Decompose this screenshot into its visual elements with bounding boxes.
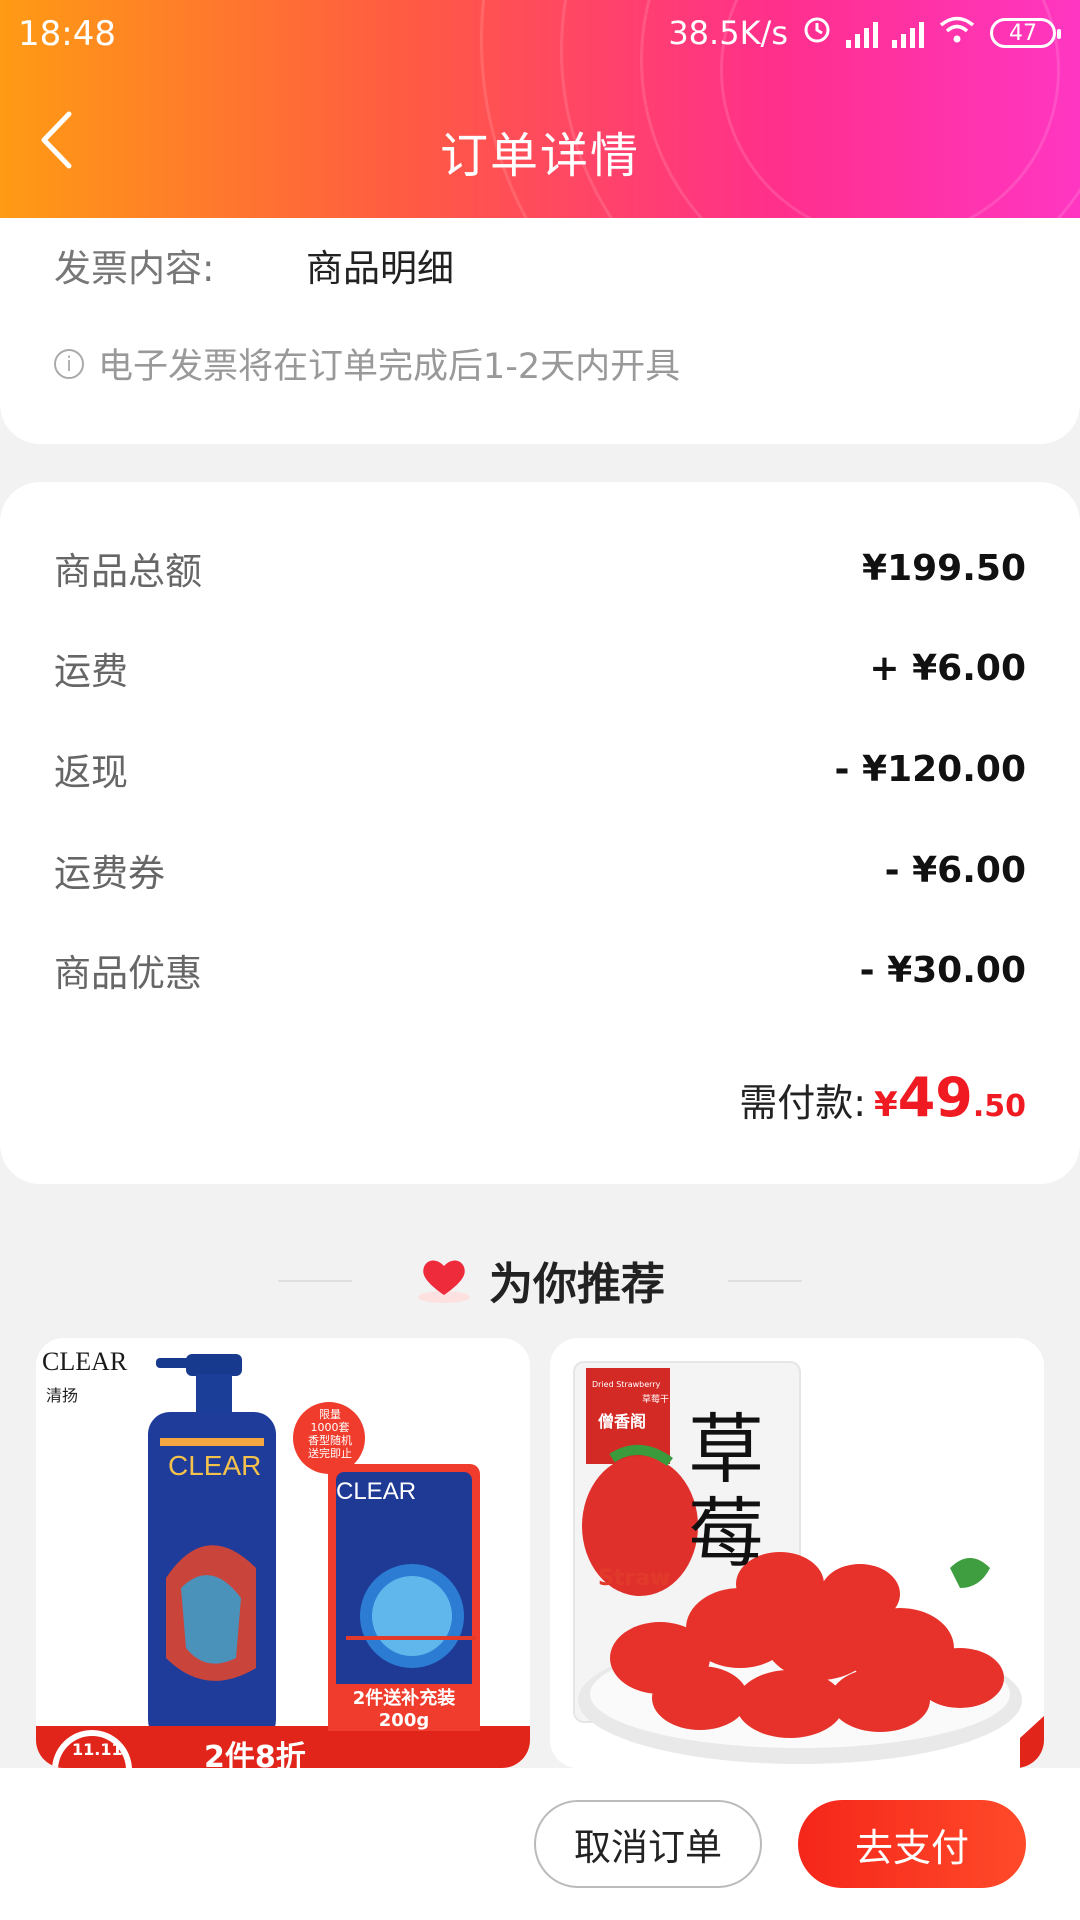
invoice-note: i 电子发票将在订单完成后1-2天内开具 bbox=[54, 338, 680, 389]
badge-line: 送完即止 bbox=[308, 1447, 352, 1460]
badge-line: 香型随机 bbox=[308, 1434, 352, 1447]
status-time: 18:48 bbox=[18, 14, 116, 54]
product-image-strawberry bbox=[550, 1338, 1044, 1768]
product-brand: 僧香阁 bbox=[598, 1412, 647, 1431]
price-row-value: - ¥120.00 bbox=[834, 748, 1026, 790]
invoice-card: 发票内容: 商品明细 i 电子发票将在订单完成后1-2天内开具 bbox=[0, 180, 1080, 444]
badge-line: 1000套 bbox=[310, 1421, 350, 1434]
invoice-content-label: 发票内容: bbox=[54, 247, 215, 290]
price-row-label: 运费 bbox=[54, 650, 128, 693]
total-due: 需付款: ¥ 49 .50 bbox=[739, 1066, 1026, 1129]
wifi-icon bbox=[938, 14, 976, 52]
invoice-content-row: 发票内容: 商品明细 bbox=[54, 238, 454, 292]
divider bbox=[278, 1280, 352, 1282]
info-icon: i bbox=[54, 348, 84, 379]
price-row-value: - ¥6.00 bbox=[884, 849, 1026, 891]
price-row: 返现 - ¥120.00 bbox=[54, 739, 1026, 799]
price-row-value: - ¥30.00 bbox=[859, 949, 1026, 991]
total-decimal: .50 bbox=[972, 1089, 1026, 1124]
badge-line: 限量 bbox=[319, 1408, 341, 1421]
price-row-label: 商品优惠 bbox=[54, 952, 202, 995]
total-due-label: 需付款: bbox=[739, 1081, 867, 1125]
alarm-icon bbox=[802, 14, 832, 52]
price-row: 商品总额 ¥199.50 bbox=[54, 538, 1026, 598]
signal-icon bbox=[846, 18, 878, 48]
network-speed: 38.5K/s bbox=[668, 14, 788, 52]
divider bbox=[728, 1280, 802, 1282]
status-bar: 18:48 38.5K/s 47 bbox=[0, 0, 1080, 74]
total-currency: ¥ bbox=[874, 1085, 898, 1125]
recommend-title: 为你推荐 bbox=[489, 1259, 665, 1310]
price-details-card: 商品总额 ¥199.50 运费 + ¥6.00 返现 - ¥120.00 运费券… bbox=[0, 482, 1080, 1184]
price-row-value: + ¥6.00 bbox=[869, 647, 1026, 689]
price-row-label: 运费券 bbox=[54, 852, 165, 895]
total-integer: 49 bbox=[897, 1066, 973, 1129]
brand-cn: 清扬 bbox=[46, 1386, 79, 1405]
battery-icon: 47 bbox=[990, 18, 1061, 48]
gift-text: 2件送补充装200g bbox=[328, 1684, 480, 1731]
bottom-action-bar: 取消订单 去支付 bbox=[0, 1768, 1080, 1920]
signal-icon bbox=[892, 18, 924, 48]
product-card[interactable]: Dried Strawberry 草莓干 僧香阁 草莓 Straw bbox=[550, 1338, 1044, 1768]
price-row-value: ¥199.50 bbox=[862, 547, 1026, 589]
pouch-brand: CLEAR bbox=[336, 1478, 417, 1505]
heart-icon bbox=[415, 1255, 473, 1305]
cancel-order-button[interactable]: 取消订单 bbox=[534, 1800, 762, 1888]
package-big-char: 草莓 bbox=[688, 1405, 764, 1578]
product-card[interactable]: CLEAR 清扬 CLEAR CLEAR 限量 1000套 香型随机 送完即止 … bbox=[36, 1338, 530, 1768]
brand-logo: CLEAR bbox=[42, 1347, 128, 1376]
price-row: 运费 + ¥6.00 bbox=[54, 638, 1026, 698]
invoice-note-text: 电子发票将在订单完成后1-2天内开具 bbox=[98, 347, 681, 387]
invoice-content-value: 商品明细 bbox=[306, 247, 454, 290]
price-row-label: 商品总额 bbox=[54, 550, 202, 593]
package-label: Straw bbox=[598, 1566, 671, 1591]
page-title: 订单详情 bbox=[439, 128, 640, 184]
pay-button[interactable]: 去支付 bbox=[798, 1800, 1026, 1888]
price-row-label: 返现 bbox=[54, 751, 128, 794]
price-row: 运费券 - ¥6.00 bbox=[54, 840, 1026, 900]
bottle-brand: CLEAR bbox=[168, 1450, 262, 1481]
price-row: 商品优惠 - ¥30.00 bbox=[54, 940, 1026, 1000]
label-en: Dried Strawberry bbox=[592, 1380, 661, 1389]
label-cn: 草莓干 bbox=[642, 1395, 670, 1405]
promo-text: 2件8折 bbox=[204, 1740, 306, 1768]
header: 18:48 38.5K/s 47 订单详情 bbox=[0, 0, 1080, 218]
promo-tag: 11.11 bbox=[72, 1740, 123, 1759]
limited-badge: 限量 1000套 香型随机 送完即止 bbox=[298, 1408, 362, 1460]
status-icons: 38.5K/s 47 bbox=[668, 14, 1061, 52]
recommend-header: 为你推荐 bbox=[0, 1250, 1080, 1310]
